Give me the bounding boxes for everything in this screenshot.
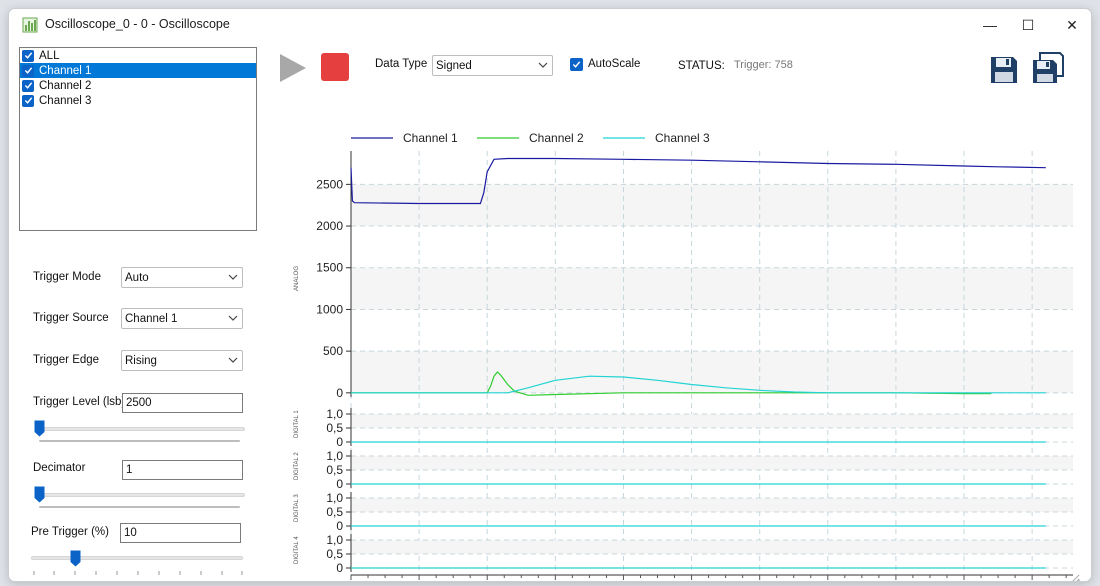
channel-item-channel-2[interactable]: Channel 2 — [20, 78, 256, 93]
pre-trigger-label: Pre Trigger (%) — [31, 526, 109, 538]
analog-band — [351, 267, 1073, 310]
pre-trigger-slider-ticks — [33, 571, 243, 575]
legend-label-2: Channel 2 — [529, 131, 584, 145]
chevron-down-icon — [228, 357, 238, 363]
trigger-edge-value: Rising — [125, 354, 157, 367]
save-as-icon[interactable] — [1031, 51, 1065, 85]
channel-item-label: Channel 2 — [39, 79, 92, 92]
channel-item-channel-3[interactable]: Channel 3 — [20, 93, 256, 108]
trigger-mode-select[interactable]: Auto — [121, 267, 243, 288]
analog-panel-label: ANALOG — [294, 266, 300, 291]
trigger-source-select[interactable]: Channel 1 — [121, 308, 243, 329]
trigger-edge-select[interactable]: Rising — [121, 350, 243, 371]
y-tick-label: 2000 — [316, 219, 343, 233]
digital-y-tick-label: 0 — [336, 435, 343, 449]
legend-label-3: Channel 3 — [655, 131, 710, 145]
pre-trigger-input[interactable]: 10 — [120, 523, 241, 543]
play-icon[interactable] — [277, 52, 309, 84]
decimator-slider-baseline — [39, 506, 240, 508]
channel-item-all[interactable]: ALL — [20, 48, 256, 63]
minimize-icon: — — [983, 17, 997, 33]
digital-y-tick-label: 0 — [336, 477, 343, 491]
pre-trigger-slider[interactable] — [31, 556, 243, 560]
trigger-level-input[interactable]: 2500 — [122, 393, 243, 413]
digital-y-tick-label: 0 — [336, 519, 343, 533]
checkbox-icon[interactable] — [22, 79, 34, 92]
analog-band — [351, 184, 1073, 227]
digital-band — [351, 414, 1073, 428]
digital-y-tick-label: 1,0 — [326, 407, 343, 421]
digital-band — [351, 456, 1073, 470]
status-label: STATUS: — [678, 60, 725, 72]
close-button[interactable]: ✕ — [1049, 9, 1091, 41]
channel-item-label: ALL — [39, 49, 60, 62]
stop-button[interactable] — [321, 53, 349, 81]
data-type-label: Data Type — [375, 58, 428, 70]
client-area: ALL Channel 1 Channel 2 Channel 3 Trigge… — [9, 41, 1091, 582]
digital-y-tick-label: 0,5 — [326, 547, 343, 561]
resize-grip-icon — [1072, 574, 1080, 581]
digital-panel-label: DIGITAL 4 — [294, 536, 300, 564]
digital-y-tick-label: 0,5 — [326, 463, 343, 477]
y-tick-label: 1000 — [316, 302, 343, 316]
chevron-down-icon — [538, 62, 548, 68]
trigger-level-label: Trigger Level (lsb) — [33, 396, 126, 408]
data-type-value: Signed — [436, 59, 472, 72]
channel-item-label: Channel 1 — [39, 64, 92, 77]
window-title: Oscilloscope_0 - 0 - Oscilloscope — [45, 17, 230, 31]
title-bar: Oscilloscope_0 - 0 - Oscilloscope — ☐ ✕ — [9, 9, 1091, 41]
digital-y-tick-label: 1,0 — [326, 533, 343, 547]
trigger-level-slider-thumb[interactable] — [34, 420, 45, 437]
decimator-label: Decimator — [33, 462, 86, 474]
save-icon[interactable] — [989, 55, 1019, 85]
checkmark-icon — [572, 61, 581, 68]
digital-band — [351, 540, 1073, 554]
trigger-mode-value: Auto — [125, 271, 149, 284]
digital-panel-label: DIGITAL 3 — [294, 494, 300, 522]
digital-band — [351, 498, 1073, 512]
decimator-slider-thumb[interactable] — [34, 486, 45, 503]
autoscale-checkbox[interactable] — [570, 58, 583, 71]
trigger-level-slider[interactable] — [36, 427, 245, 431]
y-tick-label: 1500 — [316, 261, 343, 275]
maximize-icon: ☐ — [1021, 16, 1035, 33]
maximize-button[interactable]: ☐ — [1005, 9, 1051, 41]
chart-app-icon — [22, 17, 38, 33]
status-value: Trigger: 758 — [734, 59, 793, 71]
y-tick-label: 500 — [323, 344, 343, 358]
autoscale-label: AutoScale — [588, 58, 641, 70]
trigger-mode-label: Trigger Mode — [33, 271, 101, 283]
decimator-input[interactable]: 1 — [122, 460, 243, 480]
checkbox-icon[interactable] — [22, 94, 34, 107]
trigger-source-value: Channel 1 — [125, 312, 178, 325]
digital-y-tick-label: 0 — [336, 561, 343, 575]
decimator-slider[interactable] — [36, 493, 245, 497]
digital-y-tick-label: 0,5 — [326, 421, 343, 435]
close-icon: ✕ — [1066, 16, 1078, 33]
data-type-select[interactable]: Signed — [432, 55, 553, 76]
chevron-down-icon — [228, 315, 238, 321]
pre-trigger-slider-thumb[interactable] — [70, 550, 81, 567]
legend-label-1: Channel 1 — [403, 131, 458, 145]
oscilloscope-plot[interactable]: Channel 1 Channel 2 Channel 3 2500 2000 1500 1… — [279, 91, 1085, 582]
channel-list[interactable]: ALL Channel 1 Channel 2 Channel 3 — [19, 47, 257, 231]
channel-item-channel-1[interactable]: Channel 1 — [20, 63, 256, 78]
y-tick-label: 0 — [336, 386, 343, 400]
channel-item-label: Channel 3 — [39, 94, 92, 107]
checkbox-icon[interactable] — [22, 49, 34, 62]
y-tick-label: 2500 — [316, 177, 343, 191]
digital-y-tick-label: 1,0 — [326, 449, 343, 463]
digital-panel-label: DIGITAL 1 — [294, 410, 300, 438]
digital-y-tick-label: 0,5 — [326, 505, 343, 519]
checkbox-icon[interactable] — [22, 64, 34, 77]
oscilloscope-window: Oscilloscope_0 - 0 - Oscilloscope — ☐ ✕ … — [8, 8, 1092, 582]
trigger-edge-label: Trigger Edge — [33, 354, 100, 366]
digital-panel-label: DIGITAL 2 — [294, 452, 300, 480]
trigger-level-slider-baseline — [39, 440, 240, 442]
trigger-source-label: Trigger Source — [33, 312, 109, 324]
chevron-down-icon — [228, 274, 238, 280]
digital-y-tick-label: 1,0 — [326, 491, 343, 505]
